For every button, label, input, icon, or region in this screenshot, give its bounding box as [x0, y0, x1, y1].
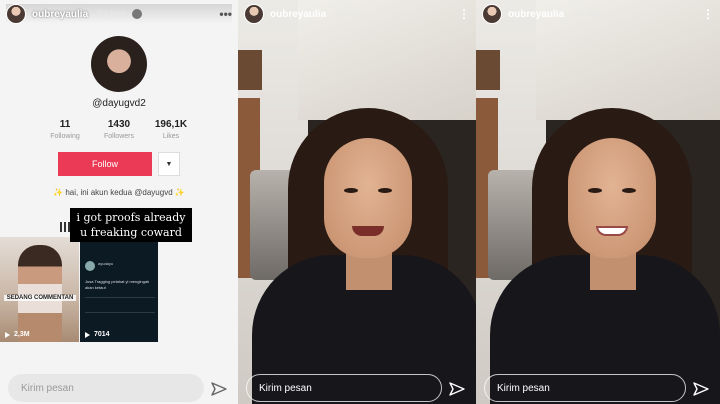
tweet-meta — [85, 297, 155, 313]
video-thumbnail-2[interactable]: ayudayu Jusa Tragging pelahat yi menging… — [80, 237, 158, 342]
story-panel-2[interactable]: oubreyaulia 23 jam ⋮ Kirim pesan — [238, 0, 476, 404]
thumbnail-figure — [18, 245, 62, 342]
follow-button[interactable]: Follow — [58, 152, 152, 176]
more-options-icon[interactable]: ⋮ — [458, 7, 470, 21]
play-icon — [5, 331, 10, 338]
story-username[interactable]: oubreyaulia — [508, 9, 564, 20]
story-header: oubreyaulia 23 jam ⋮ — [482, 4, 714, 24]
stat-likes: 196,1K Likes — [136, 119, 206, 140]
avatar[interactable] — [482, 4, 502, 24]
reply-placeholder: Kirim pesan — [21, 382, 74, 394]
tweet-text: Jusa Tragging pelahat yi mengingah akan … — [85, 279, 150, 290]
grid-icon[interactable] — [60, 222, 70, 232]
reply-input[interactable]: Kirim pesan — [8, 374, 204, 402]
overlay-caption: i got proofs already u freaking coward — [70, 208, 192, 242]
send-icon[interactable] — [692, 380, 710, 398]
story-username[interactable]: oubreyaulia — [270, 9, 326, 20]
avatar[interactable] — [6, 4, 26, 24]
view-count-value: 7014 — [94, 331, 110, 338]
story-panel-3[interactable]: oubreyaulia 23 jam ⋮ Kirim pesan — [476, 0, 720, 404]
video-thumbnail-1[interactable]: SEDANG COMMENTAN 2,3M — [0, 237, 79, 342]
view-count: 7014 — [85, 331, 110, 338]
profile-bio: ✨ hai, ini akun kedua @dayugvd ✨ — [53, 188, 185, 197]
tweet-avatar — [85, 261, 95, 271]
reply-placeholder: Kirim pesan — [497, 382, 550, 394]
video-frame — [476, 0, 720, 404]
view-count-value: 2,3M — [14, 331, 30, 338]
tweet-name: ayudayu — [98, 261, 114, 266]
story-collage: oubreyaulia 23 jam ••• @dayugvd2 11 Foll… — [0, 0, 720, 404]
more-options-icon[interactable]: ••• — [219, 7, 232, 21]
reply-input[interactable]: Kirim pesan — [246, 374, 442, 402]
send-icon[interactable] — [210, 380, 228, 398]
story-time: 23 jam — [572, 8, 603, 20]
story-username[interactable]: oubreyaulia — [32, 9, 88, 20]
stat-value: 196,1K — [154, 119, 188, 130]
story-time: 23 jam — [334, 8, 365, 20]
more-options-icon[interactable]: ⋮ — [702, 7, 714, 21]
play-icon — [85, 331, 90, 338]
profile-handle: @dayugvd2 — [92, 98, 146, 109]
mini-avatar-icon — [132, 9, 143, 19]
reply-input[interactable]: Kirim pesan — [484, 374, 686, 402]
thumbnail-caption: SEDANG COMMENTAN — [4, 295, 76, 301]
send-icon[interactable] — [448, 380, 466, 398]
story-header: oubreyaulia 23 jam ••• — [6, 4, 232, 24]
avatar[interactable] — [244, 4, 264, 24]
view-count: 2,3M — [5, 331, 30, 338]
profile-avatar — [91, 36, 147, 92]
story-time: 23 jam — [96, 8, 127, 20]
video-frame — [238, 0, 476, 404]
chevron-down-icon[interactable]: ▼ — [158, 152, 180, 176]
story-header: oubreyaulia 23 jam ⋮ — [244, 4, 470, 24]
stat-label: Likes — [162, 133, 180, 140]
story-panel-1[interactable]: oubreyaulia 23 jam ••• @dayugvd2 11 Foll… — [0, 0, 238, 404]
reply-placeholder: Kirim pesan — [259, 382, 312, 394]
